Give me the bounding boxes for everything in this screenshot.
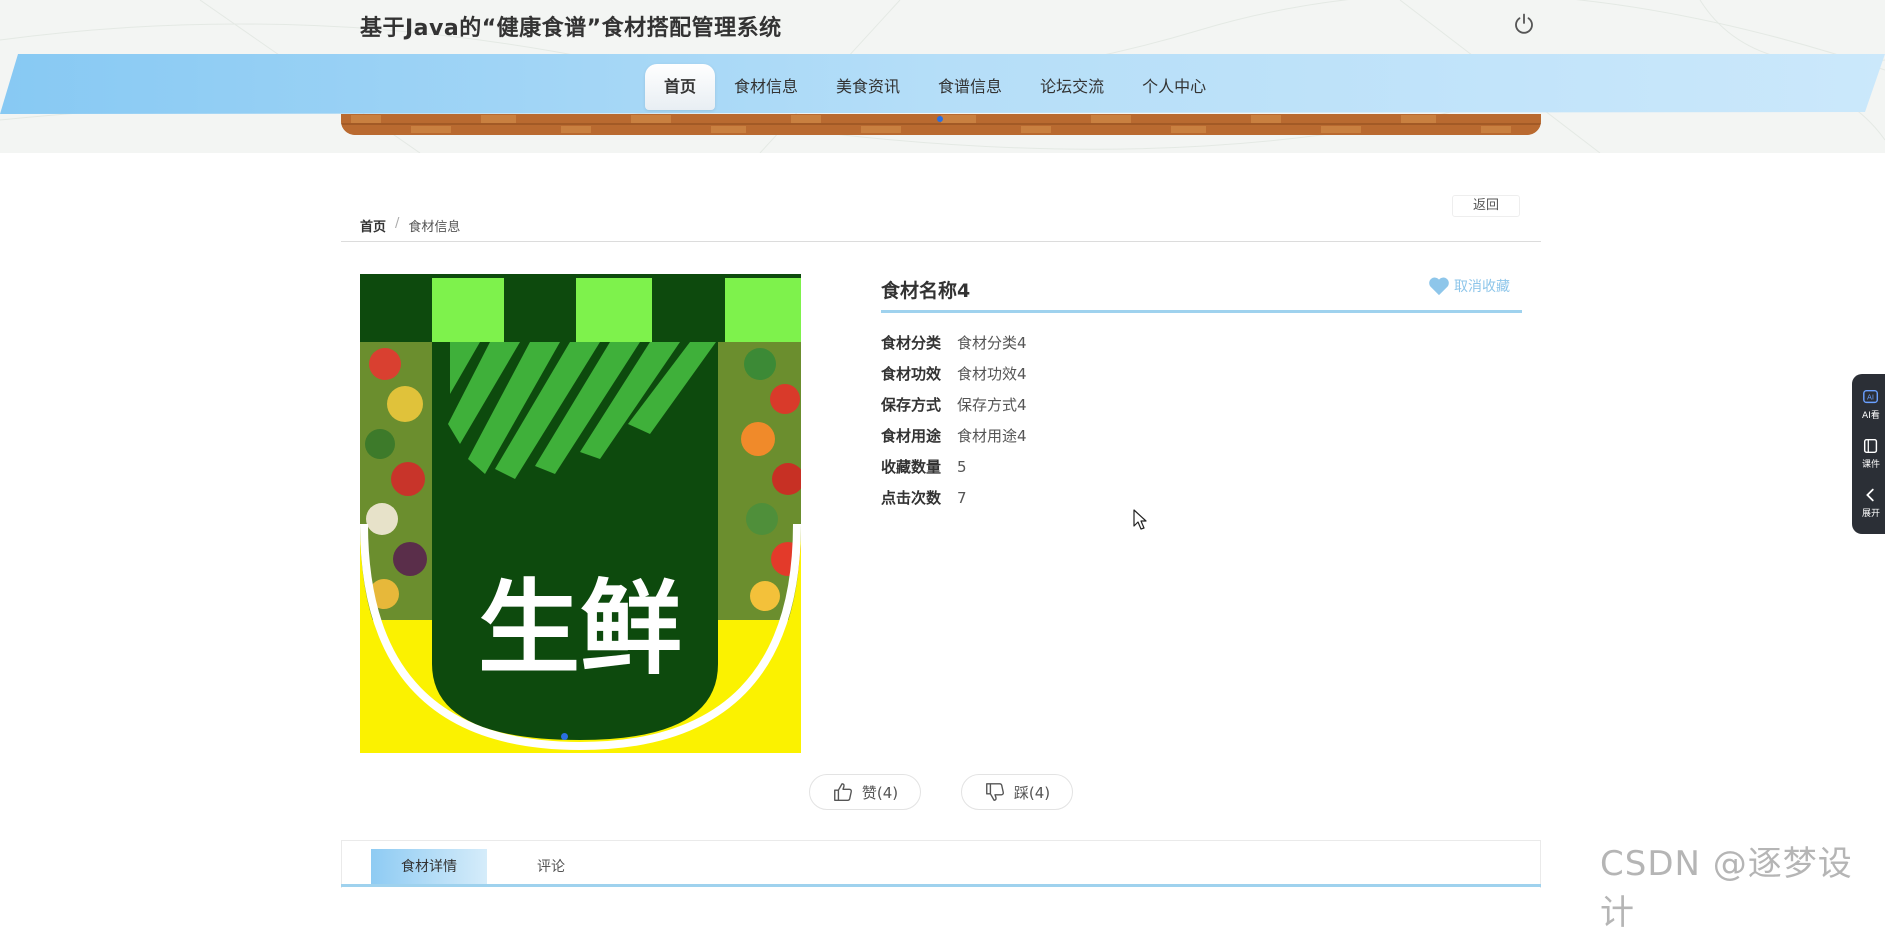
attribute-label: 食材用途	[881, 427, 942, 445]
product-image-text: 生鲜	[478, 570, 682, 689]
main-nav: 首页 食材信息 美食资讯 食谱信息 论坛交流 个人中心	[645, 62, 1225, 112]
attribute-row: 食材功效 食材功效4	[881, 358, 1027, 389]
mouse-cursor-icon	[1133, 509, 1147, 530]
unfavorite-button[interactable]: 取消收藏	[1428, 276, 1510, 296]
attribute-row: 食材分类 食材分类4	[881, 327, 1027, 358]
attribute-row: 食材用途 食材用途4	[881, 420, 1027, 451]
breadcrumb-home[interactable]: 首页	[360, 216, 386, 235]
thumbs-down-icon	[985, 783, 1004, 801]
svg-text:AI: AI	[1867, 393, 1874, 402]
like-button[interactable]: 赞(4)	[809, 774, 921, 810]
attribute-value: 食材功效4	[957, 365, 1027, 383]
thumbs-up-icon	[833, 783, 852, 801]
header: 基于Java的“健康食谱”食材搭配管理系统 首页 食材信息 美食资讯 食谱信息 …	[0, 0, 1885, 153]
breadcrumb-separator: /	[395, 216, 400, 231]
side-item-label: 展开	[1862, 509, 1881, 519]
attribute-value: 食材用途4	[957, 427, 1027, 445]
dislike-button[interactable]: 踩(4)	[961, 774, 1073, 810]
image-carousel-dot[interactable]	[561, 733, 568, 740]
attribute-label: 食材功效	[881, 365, 942, 383]
side-item-ai[interactable]: AI AI看	[1862, 388, 1885, 421]
attribute-row: 点击次数 7	[881, 482, 1027, 513]
site-title: 基于Java的“健康食谱”食材搭配管理系统	[360, 16, 782, 41]
side-item-courseware[interactable]: 课件	[1862, 437, 1885, 470]
nav-item-food-news[interactable]: 美食资讯	[817, 64, 919, 110]
title-underline	[881, 310, 1522, 313]
tab-ingredient-detail[interactable]: 食材详情	[371, 849, 487, 885]
back-button[interactable]: 返回	[1452, 195, 1520, 217]
nav-item-ingredients[interactable]: 食材信息	[715, 64, 817, 110]
attribute-label: 保存方式	[881, 396, 942, 414]
watermark: CSDN @逐梦设计	[1600, 844, 1853, 933]
attribute-label: 食材分类	[881, 334, 942, 352]
attribute-value: 7	[957, 488, 967, 507]
breadcrumb-current: 食材信息	[408, 220, 461, 235]
courseware-icon	[1863, 438, 1878, 454]
attribute-row: 保存方式 保存方式4	[881, 389, 1027, 420]
product-name: 食材名称4	[881, 280, 971, 302]
unfavorite-label: 取消收藏	[1454, 279, 1510, 295]
dislike-label: 踩(4)	[1013, 783, 1051, 802]
heart-icon	[1429, 277, 1449, 296]
power-icon[interactable]	[1512, 12, 1536, 36]
nav-item-forum[interactable]: 论坛交流	[1021, 64, 1123, 110]
floating-side-panel: AI AI看 课件 展开	[1852, 374, 1885, 534]
ai-icon: AI	[1863, 389, 1879, 404]
like-label: 赞(4)	[861, 783, 899, 802]
breadcrumb: 首页 / 食材信息	[360, 216, 460, 235]
nav-item-personal-center[interactable]: 个人中心	[1123, 64, 1225, 110]
side-item-label: 课件	[1862, 460, 1881, 470]
tab-comments[interactable]: 评论	[514, 849, 588, 885]
attribute-value: 食材分类4	[957, 334, 1027, 352]
attribute-list: 食材分类 食材分类4 食材功效 食材功效4 保存方式 保存方式4 食材用途 食材…	[881, 327, 1027, 513]
product-image: 生鲜	[360, 274, 801, 753]
nav-item-home[interactable]: 首页	[645, 64, 716, 110]
side-item-label: AI看	[1862, 411, 1880, 421]
chevron-left-icon	[1866, 488, 1874, 502]
nav-item-recipes[interactable]: 食谱信息	[919, 64, 1021, 110]
attribute-value: 5	[957, 457, 967, 476]
breadcrumb-divider	[341, 241, 1541, 242]
attribute-label: 收藏数量	[881, 458, 942, 476]
attribute-value: 保存方式4	[957, 396, 1027, 414]
attribute-label: 点击次数	[881, 489, 942, 507]
banner-carousel-dot[interactable]	[937, 116, 943, 122]
side-item-expand[interactable]: 展开	[1862, 486, 1885, 519]
tab-underline	[341, 884, 1541, 887]
attribute-row: 收藏数量 5	[881, 451, 1027, 482]
